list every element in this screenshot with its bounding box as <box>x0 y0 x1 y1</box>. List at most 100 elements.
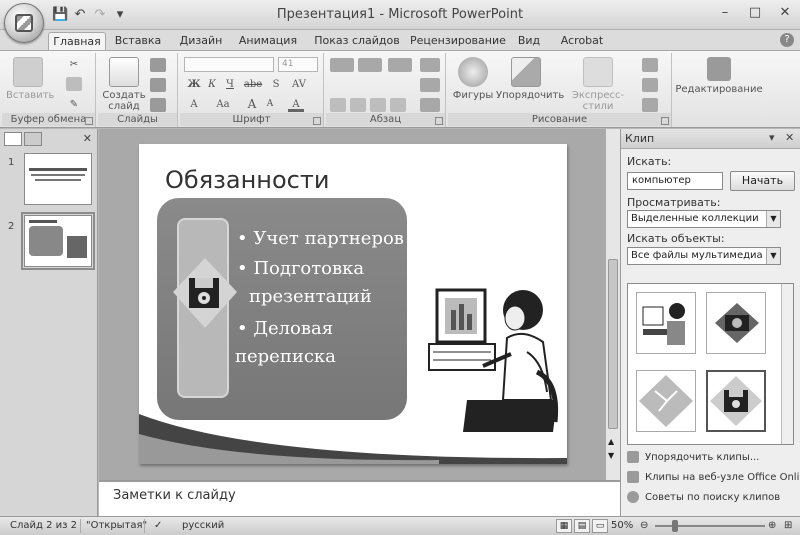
zoom-out-icon[interactable]: ⊖ <box>640 520 648 531</box>
tab-animation[interactable]: Анимация <box>238 32 298 50</box>
globe-icon <box>627 471 639 483</box>
shadow-button[interactable]: S <box>268 77 284 92</box>
prev-slide-icon[interactable]: ▲ <box>608 437 614 446</box>
tab-insert[interactable]: Вставка <box>114 32 162 50</box>
person-at-computer-clipart[interactable] <box>427 282 562 432</box>
align-right-icon[interactable] <box>370 98 386 112</box>
delete-slide-icon[interactable] <box>150 98 166 112</box>
clip-results <box>627 283 794 445</box>
slide-thumbnail-2[interactable] <box>21 212 95 270</box>
shape-fill-icon[interactable] <box>642 58 658 72</box>
scroll-thumb[interactable] <box>608 259 618 429</box>
media-type-select[interactable]: Все файлы мультимедиа ▼ <box>627 247 781 265</box>
font-launcher-icon[interactable] <box>313 117 321 125</box>
tab-acrobat[interactable]: Acrobat <box>560 32 604 50</box>
clip-result-2[interactable] <box>706 292 766 354</box>
zoom-slider-thumb[interactable] <box>672 520 678 532</box>
clipboard-launcher-icon[interactable] <box>85 117 93 125</box>
office-logo-icon <box>15 14 33 32</box>
zoom-level[interactable]: 50% <box>611 520 633 531</box>
language[interactable]: русский <box>182 520 224 531</box>
align-center-icon[interactable] <box>350 98 366 112</box>
slideshow-view-icon[interactable]: ▭ <box>592 519 608 533</box>
shrink-font-button[interactable]: A <box>262 97 278 112</box>
bold-button[interactable]: Ж <box>186 77 202 92</box>
fit-window-icon[interactable]: ⊞ <box>784 520 792 531</box>
tab-design[interactable]: Дизайн <box>178 32 224 50</box>
dropdown-arrow-icon[interactable]: ▼ <box>766 211 780 227</box>
line-spacing-icon[interactable] <box>388 58 412 72</box>
zoom-in-icon[interactable]: ⊕ <box>768 520 776 531</box>
font-size-combo[interactable]: 41 <box>278 57 318 72</box>
spellcheck-icon[interactable]: ✓ <box>154 520 162 531</box>
vertical-scrollbar[interactable]: ▲ ▼ <box>605 129 620 480</box>
notes-pane[interactable]: Заметки к слайду <box>99 480 620 516</box>
font-color-icon[interactable]: A <box>288 97 304 112</box>
clear-format-icon[interactable]: A <box>186 97 202 112</box>
grow-font-button[interactable]: A <box>244 97 260 112</box>
slide-thumbnail-1[interactable] <box>24 153 92 205</box>
drawing-launcher-icon[interactable] <box>661 117 669 125</box>
office-button[interactable] <box>4 3 44 43</box>
shape-effects-icon[interactable] <box>642 98 658 112</box>
organize-clips-link[interactable]: Упорядочить клипы... <box>627 451 759 463</box>
format-painter-icon[interactable]: ✎ <box>66 97 82 112</box>
smartart-icon[interactable] <box>420 98 440 112</box>
clip-result-1[interactable] <box>636 292 696 354</box>
collections-value: Выделенные коллекции <box>631 213 759 224</box>
justify-icon[interactable] <box>390 98 406 112</box>
go-button[interactable]: Начать <box>730 171 795 191</box>
slide-canvas[interactable]: Обязанности • Учет партнеров • Подготовк… <box>139 144 567 464</box>
reset-icon[interactable] <box>150 78 166 92</box>
quick-styles-button[interactable]: Экспресс-стили <box>560 57 636 112</box>
close-panel-icon[interactable]: ✕ <box>83 132 92 145</box>
tab-view[interactable]: Вид <box>516 32 542 50</box>
slides-tab-icon[interactable] <box>4 132 22 146</box>
bullets-icon[interactable] <box>330 58 354 72</box>
maximize-button[interactable]: □ <box>746 4 764 22</box>
font-name-combo[interactable] <box>184 57 274 72</box>
clip-result-4[interactable] <box>706 370 766 432</box>
minimize-button[interactable]: – <box>716 4 734 22</box>
results-scrollbar[interactable] <box>781 284 793 444</box>
online-clips-link[interactable]: Клипы на веб-узле Office Online <box>627 471 800 483</box>
paragraph-launcher-icon[interactable] <box>435 117 443 125</box>
copy-icon[interactable] <box>66 77 82 91</box>
pane-close-icon[interactable]: ✕ <box>785 131 794 144</box>
numbering-icon[interactable] <box>358 58 382 72</box>
clip-result-3[interactable] <box>636 370 696 432</box>
close-button[interactable]: ✕ <box>776 4 794 22</box>
next-slide-icon[interactable]: ▼ <box>608 451 614 460</box>
new-slide-button[interactable]: Создать слайд <box>102 57 146 112</box>
tab-review[interactable]: Рецензирование <box>410 32 506 50</box>
text-direction-icon[interactable] <box>420 58 440 72</box>
search-input[interactable]: компьютер <box>627 172 723 190</box>
shapes-button[interactable]: Фигуры <box>452 57 494 101</box>
help-icon[interactable]: ? <box>780 33 794 47</box>
search-tips-link[interactable]: Советы по поиску клипов <box>627 491 780 503</box>
change-case-button[interactable]: Aa <box>212 97 234 112</box>
arrange-button[interactable]: Упорядочить <box>496 57 564 101</box>
align-left-icon[interactable] <box>330 98 346 112</box>
layout-icon[interactable] <box>150 58 166 72</box>
strikethrough-button[interactable]: abe <box>242 77 264 92</box>
underline-button[interactable]: Ч <box>222 77 238 92</box>
collections-select[interactable]: Выделенные коллекции ▼ <box>627 210 781 228</box>
dropdown-arrow-icon[interactable]: ▼ <box>766 248 780 264</box>
tab-slideshow[interactable]: Показ слайдов <box>314 32 400 50</box>
align-text-icon[interactable] <box>420 78 440 92</box>
paragraph-group-label: Абзац <box>326 113 445 126</box>
content-placeholder[interactable]: • Учет партнеров • Подготовка презентаци… <box>157 198 407 420</box>
sorter-view-icon[interactable]: ▤ <box>574 519 590 533</box>
italic-button[interactable]: К <box>204 77 220 92</box>
paste-button[interactable]: Вставить <box>6 57 54 101</box>
pane-options-icon[interactable]: ▾ <box>769 131 775 144</box>
normal-view-icon[interactable]: ▦ <box>556 519 572 533</box>
outline-tab-icon[interactable] <box>24 132 42 146</box>
char-spacing-button[interactable]: AV <box>288 77 310 92</box>
cut-icon[interactable]: ✂ <box>66 57 82 72</box>
slide-title[interactable]: Обязанности <box>165 166 329 194</box>
tab-home[interactable]: Главная <box>48 32 106 50</box>
shape-outline-icon[interactable] <box>642 78 658 92</box>
editing-button[interactable]: Редактирование <box>674 57 764 95</box>
